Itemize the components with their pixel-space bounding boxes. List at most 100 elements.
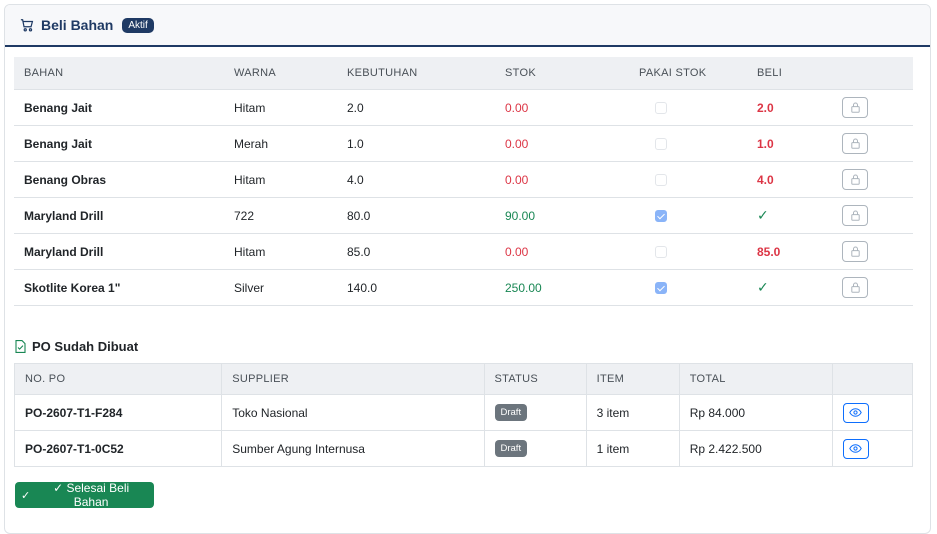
col-header-bahan: BAHAN	[14, 57, 224, 90]
cell-pakai-stok	[629, 197, 747, 234]
pakai-stok-checkbox[interactable]	[655, 138, 667, 151]
pakai-stok-checkbox[interactable]	[655, 210, 667, 223]
table-row: Benang Obras Hitam 4.0 0.00 4.0	[14, 161, 913, 198]
cell-total: Rp 2.422.500	[679, 430, 833, 467]
cell-stok: 0.00	[495, 89, 629, 126]
check-icon: ✓	[21, 489, 31, 502]
table-row: Skotlite Korea 1" Silver 140.0 250.00 ✓	[14, 269, 913, 306]
cell-action	[828, 269, 913, 306]
col-header-pakai-stok: PAKAI STOK	[629, 57, 747, 90]
cell-warna: Merah	[224, 125, 337, 162]
cell-action	[828, 89, 913, 126]
cell-kebutuhan: 2.0	[337, 89, 495, 126]
col-header-no-po: NO. PO	[14, 363, 223, 395]
cell-stok: 0.00	[495, 125, 629, 162]
lock-button[interactable]	[842, 277, 868, 298]
cell-item: 1 item	[586, 430, 680, 467]
lock-button[interactable]	[842, 97, 868, 118]
po-section-title: PO Sudah Dibuat	[15, 339, 138, 354]
view-po-button[interactable]	[842, 402, 869, 423]
cell-pakai-stok	[629, 161, 747, 198]
page-title: Beli Bahan	[41, 17, 114, 33]
pakai-stok-checkbox[interactable]	[655, 282, 667, 295]
lock-icon	[850, 102, 860, 113]
table-row: PO-2607-T1-F284 Toko Nasional Draft 3 item R…	[14, 394, 913, 431]
status-badge: Aktif	[122, 17, 154, 33]
lock-icon	[850, 246, 860, 257]
cell-no-po: PO-2607-T1-F284	[14, 394, 223, 431]
col-header-warna: WARNA	[224, 57, 337, 90]
cell-supplier: Sumber Agung Internusa	[221, 430, 485, 467]
cell-stok: 250.00	[495, 269, 629, 306]
col-header-beli: BELI	[747, 57, 828, 90]
bahan-table: BAHAN WARNA KEBUTUHAN STOK PAKAI STOK BE…	[14, 57, 913, 306]
cell-stok: 0.00	[495, 161, 629, 198]
cell-action	[828, 197, 913, 234]
lock-button[interactable]	[842, 241, 868, 262]
pakai-stok-checkbox[interactable]	[655, 102, 667, 115]
table-row: Maryland Drill Hitam 85.0 0.00 85.0	[14, 233, 913, 270]
card-header: Beli Bahan Aktif	[5, 5, 930, 47]
view-po-button[interactable]	[842, 438, 869, 459]
table-row: Maryland Drill 722 80.0 90.00 ✓	[14, 197, 913, 234]
table-header-row: BAHAN WARNA KEBUTUHAN STOK PAKAI STOK BE…	[14, 57, 913, 90]
eye-icon	[849, 408, 863, 417]
cart-icon	[20, 18, 35, 33]
cell-beli: 1.0	[747, 125, 828, 162]
draft-badge: Draft	[494, 404, 528, 421]
lock-button[interactable]	[842, 133, 868, 154]
cell-kebutuhan: 85.0	[337, 233, 495, 270]
cell-action	[832, 430, 913, 467]
cell-status: Draft	[484, 430, 587, 467]
cell-action	[828, 125, 913, 162]
cell-supplier: Toko Nasional	[221, 394, 485, 431]
table-header-row: NO. PO SUPPLIER STATUS ITEM TOTAL	[14, 363, 913, 395]
draft-badge: Draft	[494, 440, 528, 457]
cell-bahan: Benang Jait	[14, 125, 224, 162]
cell-total: Rp 84.000	[679, 394, 833, 431]
finish-button-label: ✓ Selesai Beli Bahan	[53, 481, 130, 509]
cell-pakai-stok	[629, 233, 747, 270]
col-header-kebutuhan: KEBUTUHAN	[337, 57, 495, 90]
cell-stok: 90.00	[495, 197, 629, 234]
cell-kebutuhan: 4.0	[337, 161, 495, 198]
lock-button[interactable]	[842, 169, 868, 190]
col-header-total: TOTAL	[679, 363, 833, 395]
cell-bahan: Benang Jait	[14, 89, 224, 126]
cell-pakai-stok	[629, 269, 747, 306]
cell-kebutuhan: 1.0	[337, 125, 495, 162]
cell-pakai-stok	[629, 89, 747, 126]
document-check-icon	[15, 340, 27, 353]
po-table: NO. PO SUPPLIER STATUS ITEM TOTAL PO-260…	[14, 363, 913, 467]
cell-kebutuhan: 140.0	[337, 269, 495, 306]
table-row: Benang Jait Hitam 2.0 0.00 2.0	[14, 89, 913, 126]
pakai-stok-checkbox[interactable]	[655, 174, 667, 187]
cell-kebutuhan: 80.0	[337, 197, 495, 234]
cell-bahan: Skotlite Korea 1"	[14, 269, 224, 306]
lock-button[interactable]	[842, 205, 868, 226]
cell-warna: 722	[224, 197, 337, 234]
cell-bahan: Maryland Drill	[14, 233, 224, 270]
cell-warna: Hitam	[224, 233, 337, 270]
cell-stok: 0.00	[495, 233, 629, 270]
cell-warna: Silver	[224, 269, 337, 306]
cell-warna: Hitam	[224, 161, 337, 198]
cell-status: Draft	[484, 394, 587, 431]
lock-icon	[850, 210, 860, 221]
cell-beli: ✓	[747, 269, 828, 306]
col-header-action	[828, 57, 913, 90]
po-section-label: PO Sudah Dibuat	[32, 339, 139, 354]
pakai-stok-checkbox[interactable]	[655, 246, 667, 259]
cell-beli: 2.0	[747, 89, 828, 126]
eye-icon	[849, 444, 863, 453]
cell-bahan: Maryland Drill	[14, 197, 224, 234]
lock-icon	[850, 138, 860, 149]
finish-beli-bahan-button[interactable]: ✓ ✓ Selesai Beli Bahan	[15, 481, 154, 509]
lock-icon	[850, 174, 860, 185]
cell-no-po: PO-2607-T1-0C52	[14, 430, 223, 467]
col-header-supplier: SUPPLIER	[221, 363, 485, 395]
cell-beli: ✓	[747, 197, 828, 234]
table-row: PO-2607-T1-0C52 Sumber Agung Internusa Dra…	[14, 430, 913, 467]
cell-beli: 4.0	[747, 161, 828, 198]
cell-bahan: Benang Obras	[14, 161, 224, 198]
